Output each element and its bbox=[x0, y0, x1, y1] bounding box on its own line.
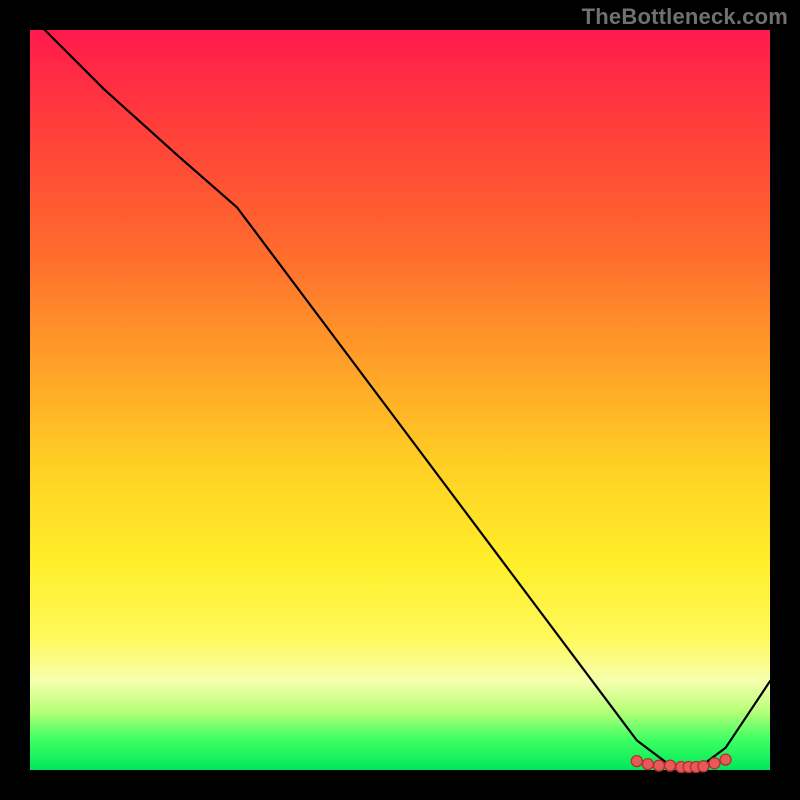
data-marker bbox=[709, 758, 720, 769]
chart-container: TheBottleneck.com bbox=[0, 0, 800, 800]
series-curve bbox=[45, 30, 770, 770]
data-marker bbox=[665, 760, 676, 771]
data-marker bbox=[720, 754, 731, 765]
plot-area bbox=[30, 30, 770, 770]
marker-group bbox=[631, 754, 731, 772]
data-marker bbox=[698, 761, 709, 772]
chart-svg bbox=[30, 30, 770, 770]
data-marker bbox=[654, 760, 665, 771]
watermark-text: TheBottleneck.com bbox=[582, 4, 788, 30]
data-marker bbox=[631, 756, 642, 767]
data-marker bbox=[642, 759, 653, 770]
